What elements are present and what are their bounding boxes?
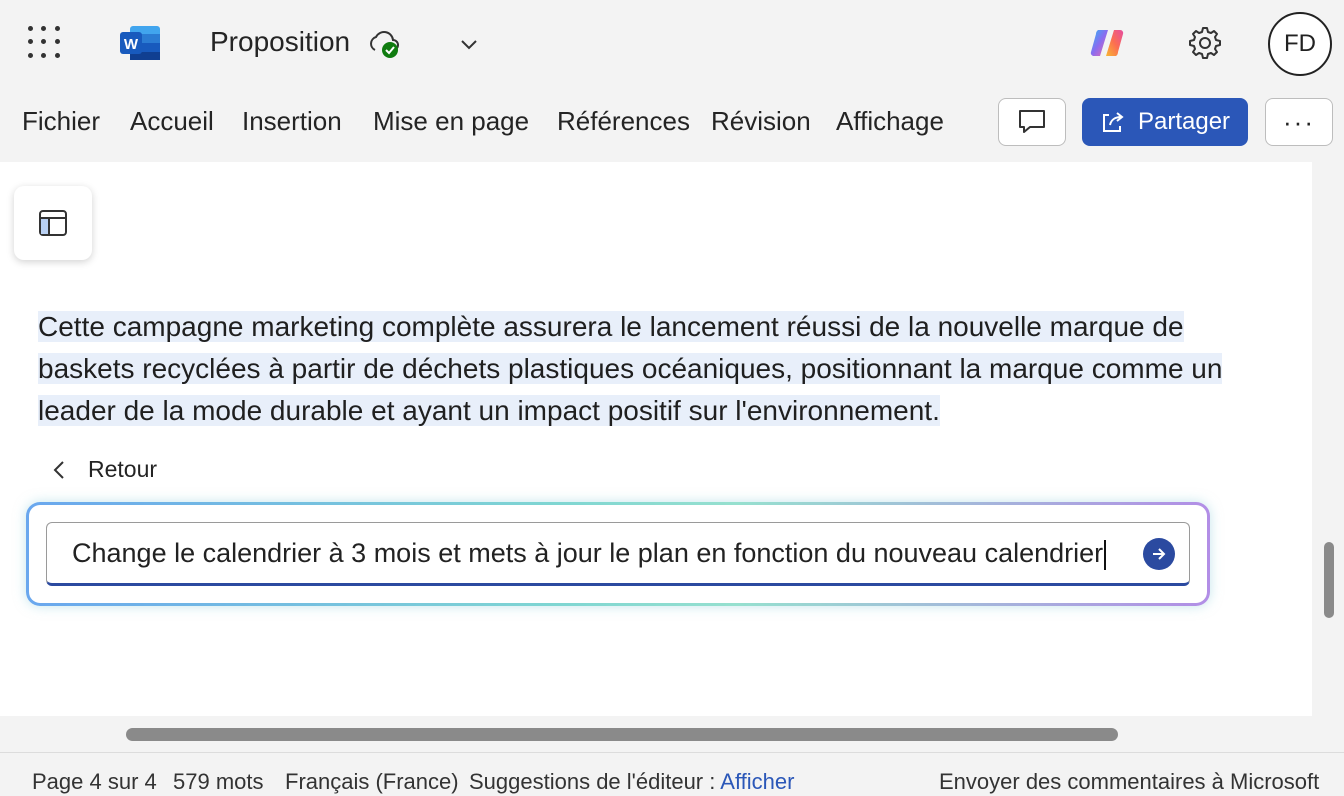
share-label: Partager: [1138, 108, 1231, 135]
selected-paragraph[interactable]: Cette campagne marketing complète assure…: [38, 306, 1268, 432]
tab-references[interactable]: Références: [557, 106, 690, 137]
arrow-right-icon: [1153, 548, 1166, 560]
chevron-left-icon: [53, 460, 64, 479]
feedback-link[interactable]: Envoyer des commentaires à Microsoft: [939, 769, 1319, 795]
word-count[interactable]: 579 mots: [173, 769, 264, 795]
back-button[interactable]: Retour: [50, 456, 157, 483]
text-caret: [1104, 539, 1107, 570]
navigation-pane-icon: [39, 210, 67, 236]
send-button[interactable]: [1143, 538, 1175, 570]
paragraph-line: baskets recyclées à partir de déchets pl…: [38, 353, 1223, 384]
tab-accueil[interactable]: Accueil: [130, 106, 214, 137]
vertical-scrollbar-thumb[interactable]: [1324, 542, 1334, 618]
paragraph-line: leader de la mode durable et ayant un im…: [38, 395, 940, 426]
language-status[interactable]: Français (France): [285, 769, 459, 795]
navigation-pane-button[interactable]: [14, 186, 92, 260]
waffle-icon[interactable]: [28, 26, 62, 60]
paragraph-line: Cette campagne marketing complète assure…: [38, 311, 1184, 342]
tab-revision[interactable]: Révision: [711, 106, 811, 137]
tab-mise-en-page[interactable]: Mise en page: [373, 106, 529, 137]
prompt-input[interactable]: Change le calendrier à 3 mois et mets à …: [46, 522, 1190, 586]
title-bar: W Proposition FD: [0, 0, 1344, 88]
share-button[interactable]: Partager: [1082, 98, 1248, 146]
gear-icon[interactable]: [1186, 24, 1224, 62]
more-options-button[interactable]: ···: [1265, 98, 1333, 146]
comments-button[interactable]: [998, 98, 1066, 146]
word-logo[interactable]: W: [118, 24, 162, 62]
horizontal-scrollbar-thumb[interactable]: [126, 728, 1118, 741]
tab-affichage[interactable]: Affichage: [836, 106, 944, 137]
tab-insertion[interactable]: Insertion: [242, 106, 342, 137]
page-count: Page 4 sur 4: [32, 769, 157, 794]
tab-fichier[interactable]: Fichier: [22, 106, 100, 137]
document-canvas[interactable]: [0, 162, 1312, 716]
back-label: Retour: [88, 456, 158, 482]
ribbon: Fichier Accueil Insertion Mise en page R…: [0, 88, 1344, 162]
share-icon: [1103, 112, 1124, 132]
chevron-down-icon[interactable]: [456, 32, 482, 56]
editor-suggestions: Suggestions de l'éditeur : Afficher: [469, 769, 794, 795]
document-title[interactable]: Proposition: [210, 26, 350, 58]
copilot-icon[interactable]: [1088, 24, 1126, 62]
comment-icon: [1019, 110, 1045, 133]
cloud-saved-icon[interactable]: [366, 26, 402, 62]
svg-text:W: W: [124, 36, 139, 53]
avatar[interactable]: FD: [1268, 12, 1332, 76]
copilot-prompt-box: Change le calendrier à 3 mois et mets à …: [26, 502, 1210, 606]
prompt-text: Change le calendrier à 3 mois et mets à …: [72, 538, 1107, 570]
status-bar: Page 4 sur 4 579 mots Français (France) …: [0, 752, 1344, 796]
editor-suggestions-label: Suggestions de l'éditeur :: [469, 769, 716, 794]
show-suggestions-link[interactable]: Afficher: [720, 769, 794, 794]
